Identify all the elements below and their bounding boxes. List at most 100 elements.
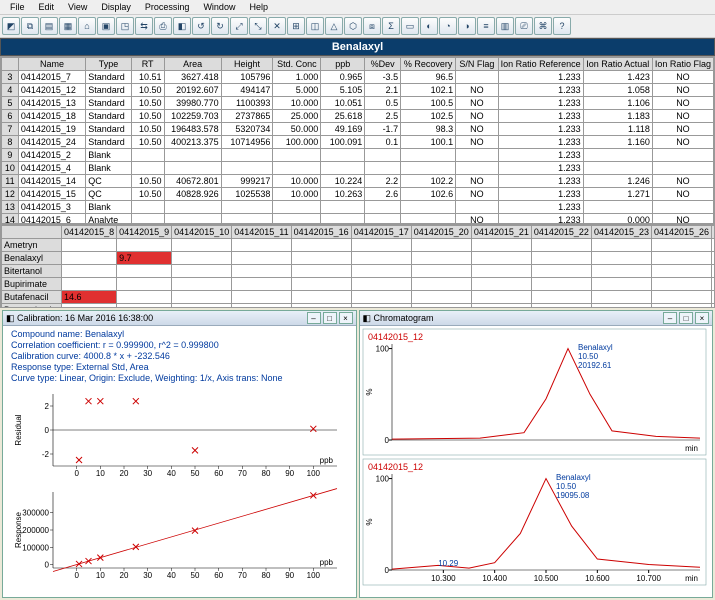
chromatogram-titlebar[interactable]: ◧ Chromatogram – □ × bbox=[360, 311, 713, 326]
toolbar-button-18[interactable]: ⬡ bbox=[344, 17, 362, 35]
toolbar-button-22[interactable]: ◐ bbox=[420, 17, 438, 35]
svg-text:30: 30 bbox=[143, 469, 152, 478]
col-S/N Flag[interactable]: S/N Flag bbox=[456, 58, 498, 71]
sample-col[interactable]: 04142015_26 bbox=[652, 226, 712, 239]
col-Ion Ratio Actual[interactable]: Ion Ratio Actual bbox=[583, 58, 652, 71]
close-button[interactable]: × bbox=[695, 312, 709, 324]
col-Type[interactable]: Type bbox=[86, 58, 132, 71]
sample-col[interactable]: 04142015_23 bbox=[591, 226, 651, 239]
toolbar-button-28[interactable]: ⌘ bbox=[534, 17, 552, 35]
toolbar-button-17[interactable]: △ bbox=[325, 17, 343, 35]
table-row[interactable]: 1004142015_4Blank1.233 bbox=[2, 162, 714, 175]
results-table-wrap[interactable]: NameTypeRTAreaHeightStd. Concppb%Dev% Re… bbox=[0, 56, 715, 224]
table-row[interactable]: 1204142015_15QC10.5040828.926102553810.0… bbox=[2, 188, 714, 201]
toolbar-button-2[interactable]: ▤ bbox=[40, 17, 58, 35]
toolbar-button-29[interactable]: ? bbox=[553, 17, 571, 35]
table-row[interactable]: 1304142015_3Blank1.233 bbox=[2, 201, 714, 214]
sample-col[interactable]: 04142015_17 bbox=[351, 226, 411, 239]
compound-grid-wrap[interactable]: 04142015_804142015_904142015_1004142015_… bbox=[0, 224, 715, 308]
menu-view[interactable]: View bbox=[62, 1, 93, 13]
sample-col[interactable]: 04142015_16 bbox=[291, 226, 351, 239]
col-Name[interactable]: Name bbox=[18, 58, 85, 71]
toolbar-button-15[interactable]: ⊞ bbox=[287, 17, 305, 35]
toolbar-button-7[interactable]: ⇆ bbox=[135, 17, 153, 35]
maximize-button[interactable]: □ bbox=[323, 312, 337, 324]
toolbar-button-23[interactable]: ◔ bbox=[439, 17, 457, 35]
menu-edit[interactable]: Edit bbox=[33, 1, 61, 13]
toolbar-button-8[interactable]: ⎙ bbox=[154, 17, 172, 35]
col-Ion Ratio Reference[interactable]: Ion Ratio Reference bbox=[498, 58, 583, 71]
minimize-button[interactable]: – bbox=[307, 312, 321, 324]
toolbar-button-21[interactable]: ▭ bbox=[401, 17, 419, 35]
menu-help[interactable]: Help bbox=[243, 1, 274, 13]
maximize-button[interactable]: □ bbox=[679, 312, 693, 324]
calibration-titlebar[interactable]: ◧ Calibration: 16 Mar 2016 16:38:00 – □ … bbox=[3, 311, 356, 326]
toolbar-button-25[interactable]: ≡ bbox=[477, 17, 495, 35]
compound-row[interactable]: Bitertanol bbox=[2, 265, 715, 278]
toolbar-button-4[interactable]: ⌂ bbox=[78, 17, 96, 35]
toolbar-button-26[interactable]: ▥ bbox=[496, 17, 514, 35]
results-table[interactable]: NameTypeRTAreaHeightStd. Concppb%Dev% Re… bbox=[1, 57, 714, 224]
table-row[interactable]: 304142015_7Standard10.513627.4181057961.… bbox=[2, 71, 714, 84]
table-row[interactable]: 1404142015_6AnalyteNO1.2330.000NO bbox=[2, 214, 714, 225]
table-row[interactable]: 804142015_24Standard10.50400213.37510714… bbox=[2, 136, 714, 149]
table-row[interactable]: 704142015_19Standard10.50196483.57853207… bbox=[2, 123, 714, 136]
toolbar-button-11[interactable]: ↻ bbox=[211, 17, 229, 35]
toolbar-button-14[interactable]: ✕ bbox=[268, 17, 286, 35]
col-%Dev[interactable]: %Dev bbox=[365, 58, 401, 71]
toolbar-button-3[interactable]: ▦ bbox=[59, 17, 77, 35]
minimize-button[interactable]: – bbox=[663, 312, 677, 324]
calibration-title: Calibration: 16 Mar 2016 16:38:00 bbox=[17, 313, 153, 323]
menu-processing[interactable]: Processing bbox=[139, 1, 196, 13]
menu-display[interactable]: Display bbox=[95, 1, 137, 13]
table-row[interactable]: 604142015_18Standard10.50102259.70327378… bbox=[2, 110, 714, 123]
residual-plot[interactable]: 0102030405060708090100-202ppbResidual bbox=[7, 388, 347, 483]
toolbar-button-1[interactable]: ⧉ bbox=[21, 17, 39, 35]
response-plot[interactable]: 0102030405060708090100010000020000030000… bbox=[7, 486, 347, 586]
col-ppb[interactable]: ppb bbox=[321, 58, 365, 71]
compound-grid[interactable]: 04142015_804142015_904142015_1004142015_… bbox=[1, 225, 715, 308]
table-row[interactable]: 504142015_13Standard10.5039980.770110039… bbox=[2, 97, 714, 110]
toolbar-button-13[interactable]: ⤡ bbox=[249, 17, 267, 35]
table-row[interactable]: 904142015_2Blank1.233 bbox=[2, 149, 714, 162]
toolbar-button-27[interactable]: ⎚ bbox=[515, 17, 533, 35]
sample-col[interactable]: 04142015_9 bbox=[117, 226, 172, 239]
sample-col[interactable]: 04142015_21 bbox=[471, 226, 531, 239]
sample-col[interactable]: 04142015_22 bbox=[531, 226, 591, 239]
sample-col[interactable]: 04142015_27 bbox=[712, 226, 715, 239]
sample-col[interactable]: 04142015_10 bbox=[172, 226, 232, 239]
toolbar-button-6[interactable]: ◳ bbox=[116, 17, 134, 35]
compound-row[interactable]: Butafenacil14.6 bbox=[2, 291, 715, 304]
toolbar-button-19[interactable]: ⧈ bbox=[363, 17, 381, 35]
col-Ion Ratio Flag[interactable]: Ion Ratio Flag bbox=[652, 58, 713, 71]
compound-col[interactable] bbox=[2, 226, 62, 239]
compound-row[interactable]: Ametryn bbox=[2, 239, 715, 252]
col-Std. Conc[interactable]: Std. Conc bbox=[273, 58, 321, 71]
chromatogram-bottom[interactable]: 04142015_120100%min10.30010.40010.50010.… bbox=[362, 458, 707, 586]
table-row[interactable]: 404142015_12Standard10.5020192.607494147… bbox=[2, 84, 714, 97]
sample-col[interactable]: 04142015_11 bbox=[232, 226, 291, 239]
toolbar-button-20[interactable]: Σ bbox=[382, 17, 400, 35]
col-Height[interactable]: Height bbox=[221, 58, 273, 71]
toolbar-button-10[interactable]: ↺ bbox=[192, 17, 210, 35]
table-row[interactable]: 1104142015_14QC10.5040672.80199921710.00… bbox=[2, 175, 714, 188]
col-rownum[interactable] bbox=[2, 58, 19, 71]
sample-col[interactable]: 04142015_20 bbox=[411, 226, 471, 239]
toolbar-button-0[interactable]: ◩ bbox=[2, 17, 20, 35]
toolbar-button-24[interactable]: ◑ bbox=[458, 17, 476, 35]
chromatogram-top[interactable]: 04142015_120100%minBenalaxyl10.5020192.6… bbox=[362, 328, 707, 456]
compound-row[interactable]: Bupirimate bbox=[2, 278, 715, 291]
menu-file[interactable]: File bbox=[4, 1, 31, 13]
compound-row[interactable]: Benalaxyl9.7 bbox=[2, 252, 715, 265]
col-% Recovery[interactable]: % Recovery bbox=[401, 58, 456, 71]
toolbar-button-16[interactable]: ◫ bbox=[306, 17, 324, 35]
menu-window[interactable]: Window bbox=[197, 1, 241, 13]
col-RT[interactable]: RT bbox=[131, 58, 164, 71]
col-Area[interactable]: Area bbox=[164, 58, 221, 71]
toolbar-button-12[interactable]: ⤢ bbox=[230, 17, 248, 35]
toolbar-button-5[interactable]: ▣ bbox=[97, 17, 115, 35]
toolbar-button-9[interactable]: ◧ bbox=[173, 17, 191, 35]
svg-text:10.600: 10.600 bbox=[585, 574, 610, 583]
sample-col[interactable]: 04142015_8 bbox=[62, 226, 117, 239]
close-button[interactable]: × bbox=[339, 312, 353, 324]
